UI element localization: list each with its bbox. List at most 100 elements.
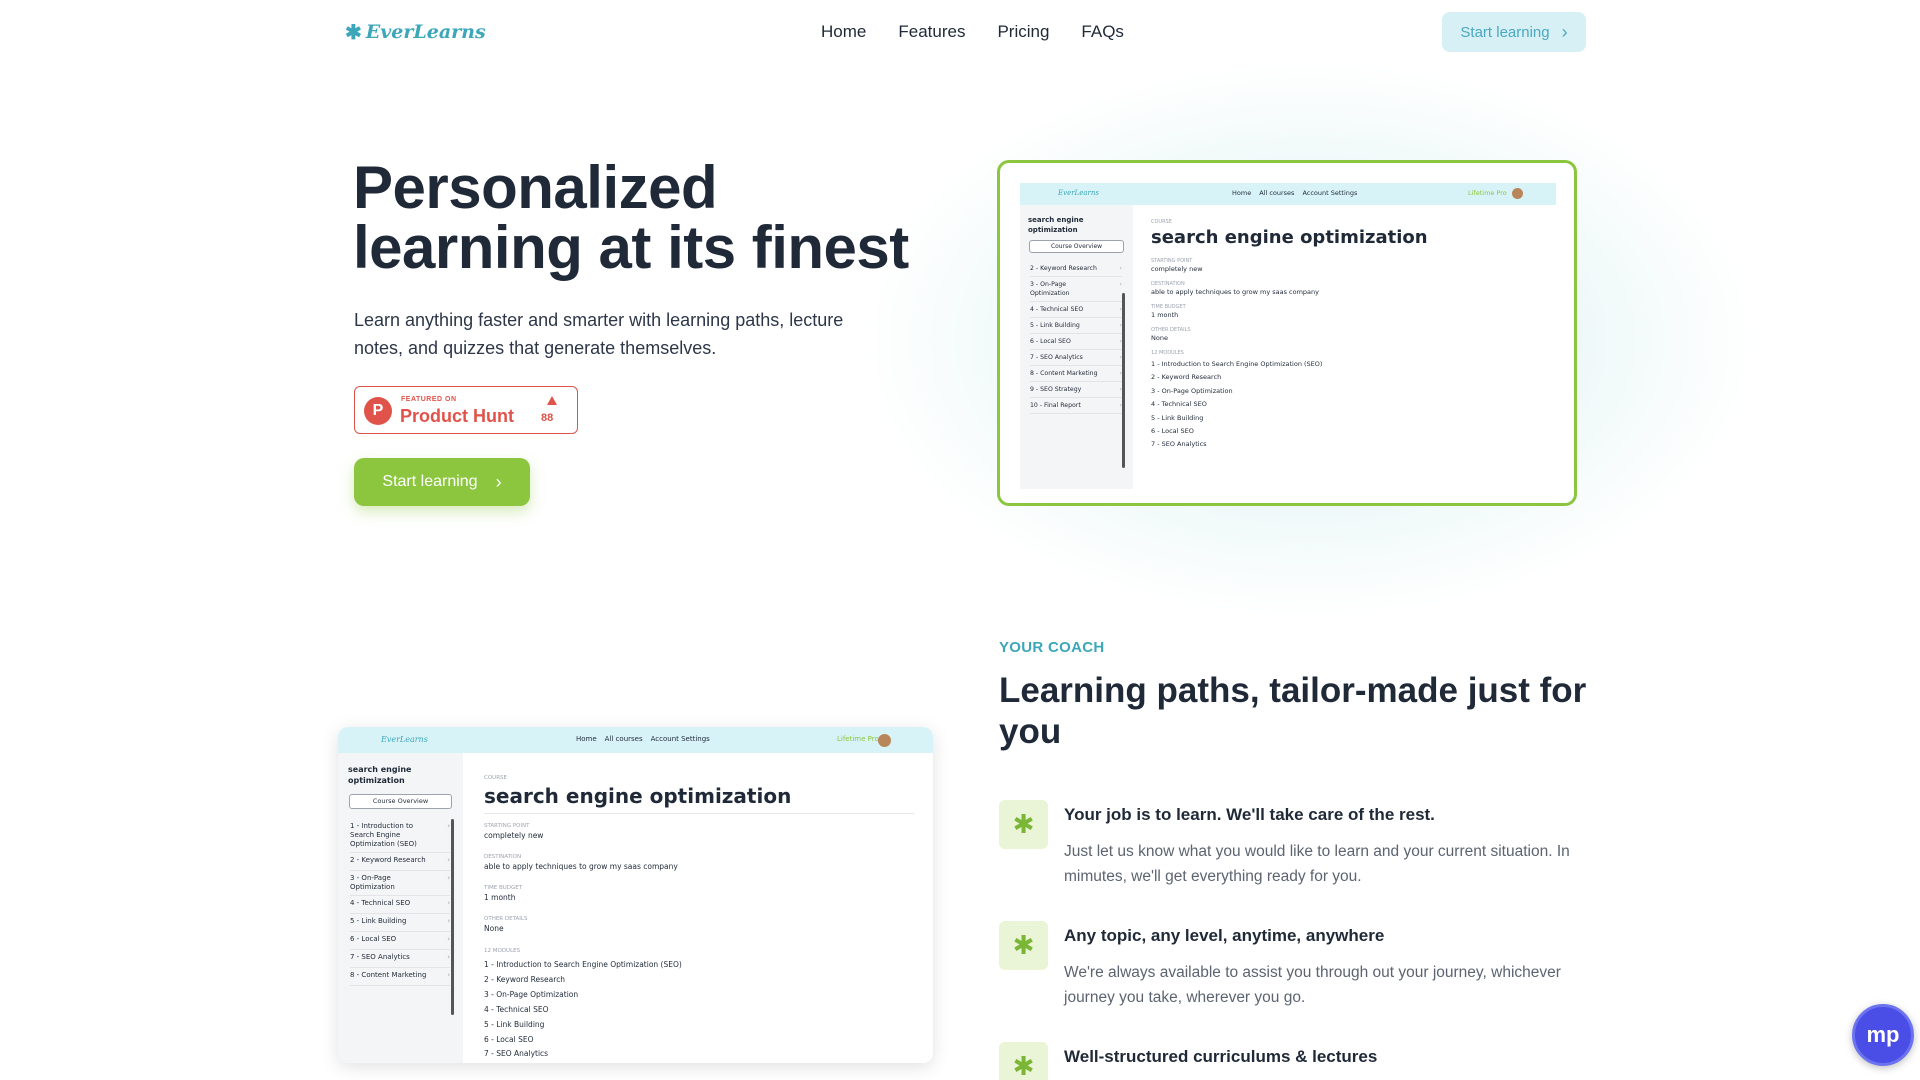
hero-title-line1: Personalized bbox=[353, 154, 718, 221]
feature-title: Well-structured curriculums & lectures bbox=[1064, 1047, 1378, 1066]
hero-subtitle: Learn anything faster and smarter with l… bbox=[354, 310, 844, 358]
chevron-right-icon: › bbox=[1561, 21, 1568, 42]
mock-module-item: 7 - SEO Analytics bbox=[1151, 440, 1207, 449]
mock-sidebar-item-label: 1 - Introduction to Search Engine Optimi… bbox=[350, 822, 417, 848]
mock-course-label: COURSE bbox=[1151, 219, 1172, 225]
mock-nav-courses: All courses bbox=[604, 735, 643, 743]
mock-field-label: STARTING POINT bbox=[484, 823, 530, 829]
mock-sidebar-list: 1 - Introduction to Search Engine Optimi… bbox=[350, 819, 450, 986]
mock-sidebar-item: 3 - On-Page Optimization › bbox=[350, 871, 450, 896]
mock-topbar: EverLearns Home All courses Account Sett… bbox=[1020, 183, 1556, 205]
mock-modules-list: 1 - Introduction to Search Engine Optimi… bbox=[484, 958, 682, 1062]
mock-scrollbar bbox=[1122, 293, 1125, 468]
mock-module-item: 1 - Introduction to Search Engine Optimi… bbox=[484, 960, 682, 969]
nav-link-home[interactable]: Home bbox=[821, 22, 866, 42]
feature-title: Any topic, any level, anytime, anywhere bbox=[1064, 926, 1385, 945]
mock-nav-settings: Account Settings bbox=[650, 735, 710, 743]
mock-field-label: TIME BUDGET bbox=[1151, 304, 1186, 310]
mock-sidebar-item-label: 9 - SEO Strategy bbox=[1030, 386, 1082, 393]
nav-link-faqs[interactable]: FAQs bbox=[1081, 22, 1124, 42]
chevron-right-icon: › bbox=[495, 471, 502, 492]
mock-modules-list: 1 - Introduction to Search Engine Optimi… bbox=[1151, 358, 1322, 452]
mock-avatar bbox=[878, 734, 891, 747]
mock-main: COURSE search engine optimization STARTI… bbox=[463, 753, 933, 1063]
mock-sidebar-item: 5 - Link Building › bbox=[350, 914, 450, 932]
mock-module-item: 6 - Local SEO bbox=[1151, 427, 1194, 436]
mock-sidebar-item-label: 3 - On-Page Optimization bbox=[1030, 281, 1070, 297]
mock-field-value: able to apply techniques to grow my saas… bbox=[1151, 288, 1320, 296]
section-title: Learning paths, tailor-made just for you bbox=[999, 671, 1587, 751]
mock-topbar: EverLearns Home All courses Account Sett… bbox=[338, 727, 933, 753]
feature-description: We're always available to assist you thr… bbox=[1064, 964, 1561, 1006]
feature-item: ✱ Any topic, any level, anytime, anywher… bbox=[999, 921, 1599, 1011]
chevron-right-icon: › bbox=[447, 935, 450, 943]
nav-links: Home Features Pricing FAQs bbox=[821, 22, 1124, 42]
mock-module-item: 4 - Technical SEO bbox=[484, 1004, 549, 1014]
product-hunt-icon: P bbox=[364, 397, 392, 425]
hero-start-learning-button[interactable]: Start learning › bbox=[354, 458, 530, 506]
mock-sidebar-title: search engine optimization bbox=[348, 765, 412, 785]
mock-user-label: Lifetime Pro bbox=[1468, 189, 1507, 197]
mock-field-label: DESTINATION bbox=[1151, 281, 1185, 287]
mock-overview-button: Course Overview bbox=[349, 794, 452, 809]
mock-sidebar-item-label: 10 - Final Report bbox=[1030, 402, 1081, 409]
mock-sidebar-item: 8 - Content Marketing › bbox=[350, 968, 450, 986]
mock-nav-courses: All courses bbox=[1259, 189, 1295, 197]
mock-sidebar-item: 2 - Keyword Research › bbox=[1030, 261, 1122, 277]
mock-sidebar-item: 10 - Final Report › bbox=[1030, 398, 1122, 414]
chat-widget-button[interactable]: mp bbox=[1852, 1004, 1914, 1066]
mock-field-label: STARTING POINT bbox=[1151, 258, 1193, 264]
asterisk-icon: ✱ bbox=[999, 1042, 1048, 1080]
mock-course-title: search engine optimization bbox=[1151, 227, 1428, 248]
mock-divider bbox=[484, 813, 914, 814]
mock-sidebar-item-label: 6 - Local SEO bbox=[1030, 338, 1071, 345]
mock-nav-home: Home bbox=[1232, 189, 1252, 197]
mock-module-item: 6 - Local SEO bbox=[484, 1034, 534, 1044]
mock-sidebar-item: 8 - Content Marketing › bbox=[1030, 366, 1122, 382]
nav-start-learning-button[interactable]: Start learning › bbox=[1442, 12, 1586, 52]
mock-sidebar-item-label: 4 - Technical SEO bbox=[1030, 306, 1084, 313]
chevron-right-icon: › bbox=[447, 856, 450, 864]
mock-module-item: 1 - Introduction to Search Engine Optimi… bbox=[1151, 360, 1323, 368]
mock-modules-label: 12 MODULES bbox=[1151, 350, 1184, 356]
chevron-right-icon: › bbox=[447, 971, 450, 979]
nav-link-pricing[interactable]: Pricing bbox=[997, 22, 1049, 42]
chevron-right-icon: › bbox=[447, 874, 450, 882]
mock-nav-settings: Account Settings bbox=[1302, 189, 1358, 197]
chevron-right-icon: › bbox=[1119, 265, 1122, 272]
asterisk-icon: ✱ bbox=[345, 20, 362, 44]
badge-featured-label: FEATURED ON bbox=[401, 396, 457, 403]
mock-module-item: 3 - On-Page Optimization bbox=[484, 989, 579, 999]
mock-field-value: 1 month bbox=[1151, 311, 1179, 319]
mock-sidebar-item-label: 8 - Content Marketing bbox=[350, 971, 427, 979]
top-navbar: ✱ EverLearns Home Features Pricing FAQs … bbox=[0, 0, 1920, 64]
mock-avatar bbox=[1512, 188, 1523, 199]
badge-upvote-count: 88 bbox=[541, 412, 554, 424]
mock-field-value: None bbox=[1151, 334, 1168, 342]
mock-module-item: 4 - Technical SEO bbox=[1151, 400, 1207, 409]
nav-link-features[interactable]: Features bbox=[898, 22, 965, 42]
mock-logo: EverLearns bbox=[381, 735, 428, 744]
mock-sidebar-item-label: 7 - SEO Analytics bbox=[1030, 354, 1083, 361]
mock-sidebar-item: 6 - Local SEO › bbox=[350, 932, 450, 950]
mock-sidebar: search engine optimization Course Overvi… bbox=[338, 753, 463, 1063]
everlearns-logo[interactable]: ✱ EverLearns bbox=[345, 20, 486, 44]
mock-module-item: 3 - On-Page Optimization bbox=[1151, 386, 1233, 395]
mock-sidebar-item-label: 5 - Link Building bbox=[350, 917, 407, 925]
hero-title: Personalized learning at its finest bbox=[353, 158, 953, 278]
product-hunt-badge[interactable]: P FEATURED ON Product Hunt 88 bbox=[354, 386, 578, 434]
mock-sidebar-item-label: 2 - Keyword Research bbox=[1030, 265, 1097, 272]
chevron-right-icon: › bbox=[447, 917, 450, 925]
mock-module-item: 5 - Link Building bbox=[1151, 413, 1204, 422]
mock-module-item: 2 - Keyword Research bbox=[484, 974, 566, 984]
feature-title: Your job is to learn. We'll take care of… bbox=[1064, 805, 1435, 824]
chat-widget-label: mp bbox=[1866, 1022, 1900, 1047]
mock-sidebar-item-label: 3 - On-Page Optimization bbox=[350, 874, 395, 891]
mock-sidebar-item: 4 - Technical SEO › bbox=[350, 896, 450, 914]
mock-sidebar-item-label: 8 - Content Marketing bbox=[1030, 370, 1098, 377]
nav-cta-label: Start learning bbox=[1460, 23, 1550, 41]
upvote-icon bbox=[547, 396, 557, 405]
app-screenshot-course: EverLearns Home All courses Account Sett… bbox=[997, 160, 1577, 506]
mock-field-label: DESTINATION bbox=[484, 854, 522, 860]
hero-cta-label: Start learning bbox=[382, 473, 478, 490]
